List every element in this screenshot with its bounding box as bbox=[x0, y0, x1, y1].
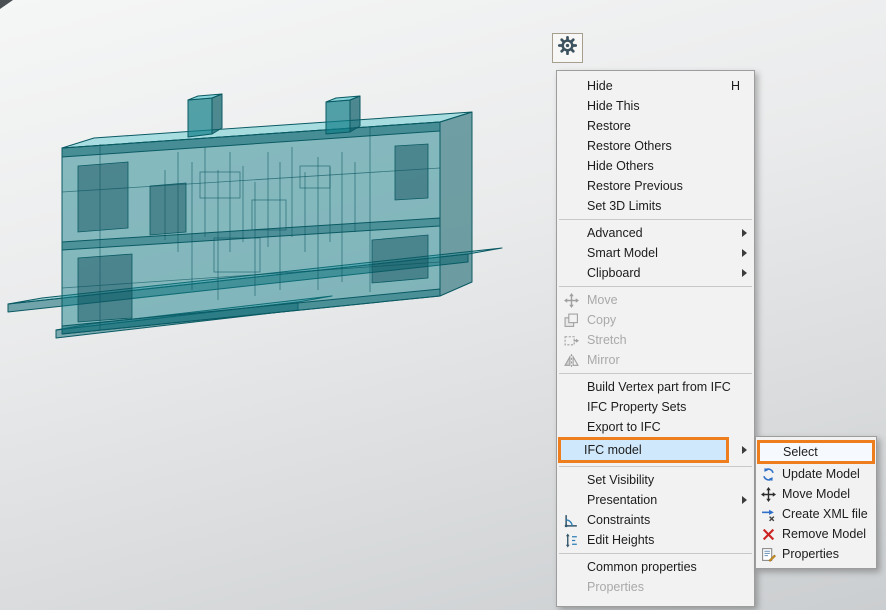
annotation-highlight-ifc-model: IFC model bbox=[558, 437, 729, 463]
submenu-item-create-xml-file[interactable]: Create XML file bbox=[756, 504, 876, 524]
submenu-item-properties[interactable]: Properties bbox=[756, 544, 876, 564]
menu-item-hide-this[interactable]: Hide This bbox=[557, 96, 754, 116]
submenu-arrow-icon bbox=[742, 446, 747, 454]
menu-item-label: Hide bbox=[587, 79, 613, 93]
context-menu: Hide H Hide This Restore Restore Others … bbox=[556, 70, 755, 607]
menu-item-stretch[interactable]: Stretch bbox=[557, 330, 754, 350]
menu-item-hide-others[interactable]: Hide Others bbox=[557, 156, 754, 176]
settings-gear-button[interactable] bbox=[552, 33, 583, 63]
constraints-icon bbox=[564, 513, 579, 528]
menu-item-label: Presentation bbox=[587, 493, 657, 507]
menu-item-move[interactable]: Move bbox=[557, 290, 754, 310]
menu-item-label: Copy bbox=[587, 313, 616, 327]
submenu-item-select[interactable]: Select bbox=[757, 440, 875, 464]
menu-item-label: Properties bbox=[587, 580, 644, 594]
menu-item-label: Export to IFC bbox=[587, 420, 661, 434]
menu-item-label: Smart Model bbox=[587, 246, 658, 260]
menu-item-label: Advanced bbox=[587, 226, 643, 240]
menu-item-label: Move bbox=[587, 293, 618, 307]
update-model-icon bbox=[761, 467, 776, 482]
move-icon bbox=[564, 293, 579, 308]
menu-item-restore[interactable]: Restore bbox=[557, 116, 754, 136]
submenu-item-update-model[interactable]: Update Model bbox=[756, 464, 876, 484]
submenu-item-label: Create XML file bbox=[782, 507, 868, 521]
menu-item-label: Stretch bbox=[587, 333, 627, 347]
menu-item-edit-heights[interactable]: Edit Heights bbox=[557, 530, 754, 550]
remove-model-icon bbox=[761, 527, 776, 542]
menu-separator bbox=[559, 373, 752, 374]
menu-item-constraints[interactable]: Constraints bbox=[557, 510, 754, 530]
submenu-item-move-model[interactable]: Move Model bbox=[756, 484, 876, 504]
menu-item-label: IFC Property Sets bbox=[587, 400, 686, 414]
menu-item-build-vertex-part-from-ifc[interactable]: Build Vertex part from IFC bbox=[557, 377, 754, 397]
menu-item-shortcut: H bbox=[731, 79, 742, 93]
menu-item-common-properties[interactable]: Common properties bbox=[557, 557, 754, 577]
menu-item-label: Set 3D Limits bbox=[587, 199, 661, 213]
menu-separator bbox=[559, 219, 752, 220]
submenu-arrow-icon bbox=[742, 249, 747, 257]
copy-icon bbox=[564, 313, 579, 328]
properties-icon bbox=[761, 547, 776, 562]
menu-item-label: Restore Others bbox=[587, 139, 672, 153]
menu-item-restore-others[interactable]: Restore Others bbox=[557, 136, 754, 156]
submenu-item-label: Update Model bbox=[782, 467, 860, 481]
menu-separator bbox=[559, 553, 752, 554]
submenu-item-label: Properties bbox=[782, 547, 839, 561]
submenu-item-label: Select bbox=[783, 445, 818, 459]
menu-separator bbox=[559, 466, 752, 467]
menu-item-clipboard[interactable]: Clipboard bbox=[557, 263, 754, 283]
menu-item-label: Build Vertex part from IFC bbox=[587, 380, 731, 394]
menu-separator bbox=[559, 286, 752, 287]
menu-item-label: Hide Others bbox=[587, 159, 654, 173]
menu-item-copy[interactable]: Copy bbox=[557, 310, 754, 330]
menu-item-label: Constraints bbox=[587, 513, 650, 527]
submenu-arrow-icon bbox=[742, 269, 747, 277]
menu-item-label: Hide This bbox=[587, 99, 640, 113]
stretch-icon bbox=[564, 333, 579, 348]
menu-item-ifc-model[interactable]: IFC model bbox=[557, 437, 754, 463]
move-model-icon bbox=[761, 487, 776, 502]
submenu-arrow-icon bbox=[742, 496, 747, 504]
menu-item-label: Clipboard bbox=[587, 266, 641, 280]
menu-item-label: Mirror bbox=[587, 353, 620, 367]
menu-item-label: Set Visibility bbox=[587, 473, 654, 487]
menu-item-smart-model[interactable]: Smart Model bbox=[557, 243, 754, 263]
menu-item-presentation[interactable]: Presentation bbox=[557, 490, 754, 510]
menu-item-label: Restore Previous bbox=[587, 179, 683, 193]
edit-heights-icon bbox=[564, 533, 579, 548]
menu-item-label: Edit Heights bbox=[587, 533, 654, 547]
menu-item-mirror[interactable]: Mirror bbox=[557, 350, 754, 370]
submenu-item-label: Move Model bbox=[782, 487, 850, 501]
gear-icon bbox=[557, 35, 578, 61]
menu-item-label: Restore bbox=[587, 119, 631, 133]
menu-item-label: Common properties bbox=[587, 560, 697, 574]
menu-item-advanced[interactable]: Advanced bbox=[557, 223, 754, 243]
menu-item-set-3d-limits[interactable]: Set 3D Limits bbox=[557, 196, 754, 216]
mirror-icon bbox=[564, 353, 579, 368]
create-xml-file-icon bbox=[761, 507, 776, 522]
submenu-arrow-icon bbox=[742, 229, 747, 237]
menu-item-export-to-ifc[interactable]: Export to IFC bbox=[557, 417, 754, 437]
ifc-building-model[interactable] bbox=[0, 0, 540, 400]
menu-item-restore-previous[interactable]: Restore Previous bbox=[557, 176, 754, 196]
submenu-item-label: Remove Model bbox=[782, 527, 866, 541]
submenu-item-remove-model[interactable]: Remove Model bbox=[756, 524, 876, 544]
menu-item-label: IFC model bbox=[584, 443, 642, 457]
ifc-model-submenu: Select Update Model bbox=[755, 436, 877, 569]
menu-item-ifc-property-sets[interactable]: IFC Property Sets bbox=[557, 397, 754, 417]
menu-item-set-visibility[interactable]: Set Visibility bbox=[557, 470, 754, 490]
menu-item-properties[interactable]: Properties bbox=[557, 577, 754, 597]
menu-item-hide[interactable]: Hide H bbox=[557, 76, 754, 96]
